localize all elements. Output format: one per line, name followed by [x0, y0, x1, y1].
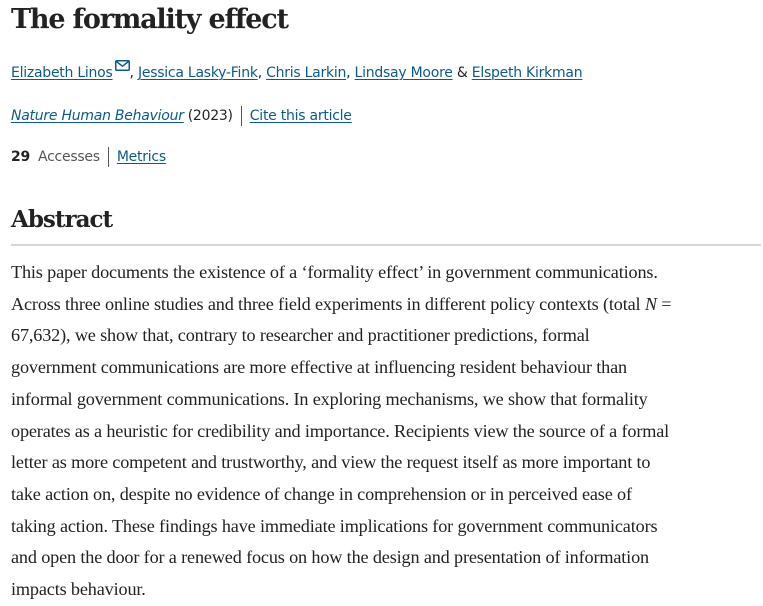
abstract-line: letter as more competent and trustworthy…: [11, 452, 651, 473]
metrics-row: 29 Accesses Metrics: [11, 146, 166, 168]
author-link-lindsay-moore[interactable]: Lindsay Moore: [355, 65, 453, 81]
author-list: Elizabeth Linos, Jessica Lasky-Fink, Chr…: [11, 60, 583, 84]
abstract-line: and open the door for a renewed focus on…: [11, 547, 649, 568]
cite-article-link[interactable]: Cite this article: [250, 105, 352, 127]
abstract-body: This paper documents the existence of a …: [11, 257, 763, 606]
metrics-link[interactable]: Metrics: [117, 146, 166, 168]
abstract-line: taking action. These findings have immed…: [11, 515, 658, 536]
accesses-count: 29: [11, 149, 30, 165]
abstract-line: informal government communications. In e…: [11, 388, 648, 409]
author-link-chris-larkin[interactable]: Chris Larkin: [266, 65, 346, 81]
equals-sign: =: [656, 293, 672, 314]
publication-year: (2023): [187, 108, 233, 124]
author-separator: &: [452, 65, 472, 81]
author-link-elizabeth-linos[interactable]: Elizabeth Linos: [11, 65, 113, 81]
abstract-line-text: Across three online studies and three fi…: [11, 293, 645, 314]
abstract-line: take action on, despite no evidence of c…: [11, 483, 632, 504]
divider: [240, 106, 242, 126]
author-separator: ,: [129, 65, 138, 81]
accesses-label: Accesses: [37, 149, 100, 165]
abstract-line: Across three online studies and three fi…: [11, 289, 763, 321]
citation-row: Nature Human Behaviour (2023) Cite this …: [11, 105, 352, 127]
abstract-line: This paper documents the existence of a …: [11, 262, 658, 282]
abstract-line: impacts behaviour.: [11, 579, 146, 600]
abstract-line: operates as a heuristic for credibility …: [11, 420, 670, 441]
section-divider: [11, 244, 761, 246]
author-link-jessica-lasky-fink[interactable]: Jessica Lasky-Fink: [138, 65, 258, 81]
article-title: The formality effect: [11, 4, 289, 35]
abstract-line: 67,632), we show that, contrary to resea…: [11, 325, 590, 346]
abstract-line: government communications are more effec…: [11, 357, 627, 378]
sample-size-symbol: N: [644, 293, 657, 314]
journal-link[interactable]: Nature Human Behaviour: [11, 105, 184, 127]
divider: [107, 147, 109, 167]
abstract-heading: Abstract: [11, 206, 113, 233]
author-link-elspeth-kirkman[interactable]: Elspeth Kirkman: [472, 65, 583, 81]
envelope-icon[interactable]: [114, 60, 130, 71]
author-separator: ,: [257, 65, 267, 81]
author-separator: ,: [346, 65, 355, 81]
